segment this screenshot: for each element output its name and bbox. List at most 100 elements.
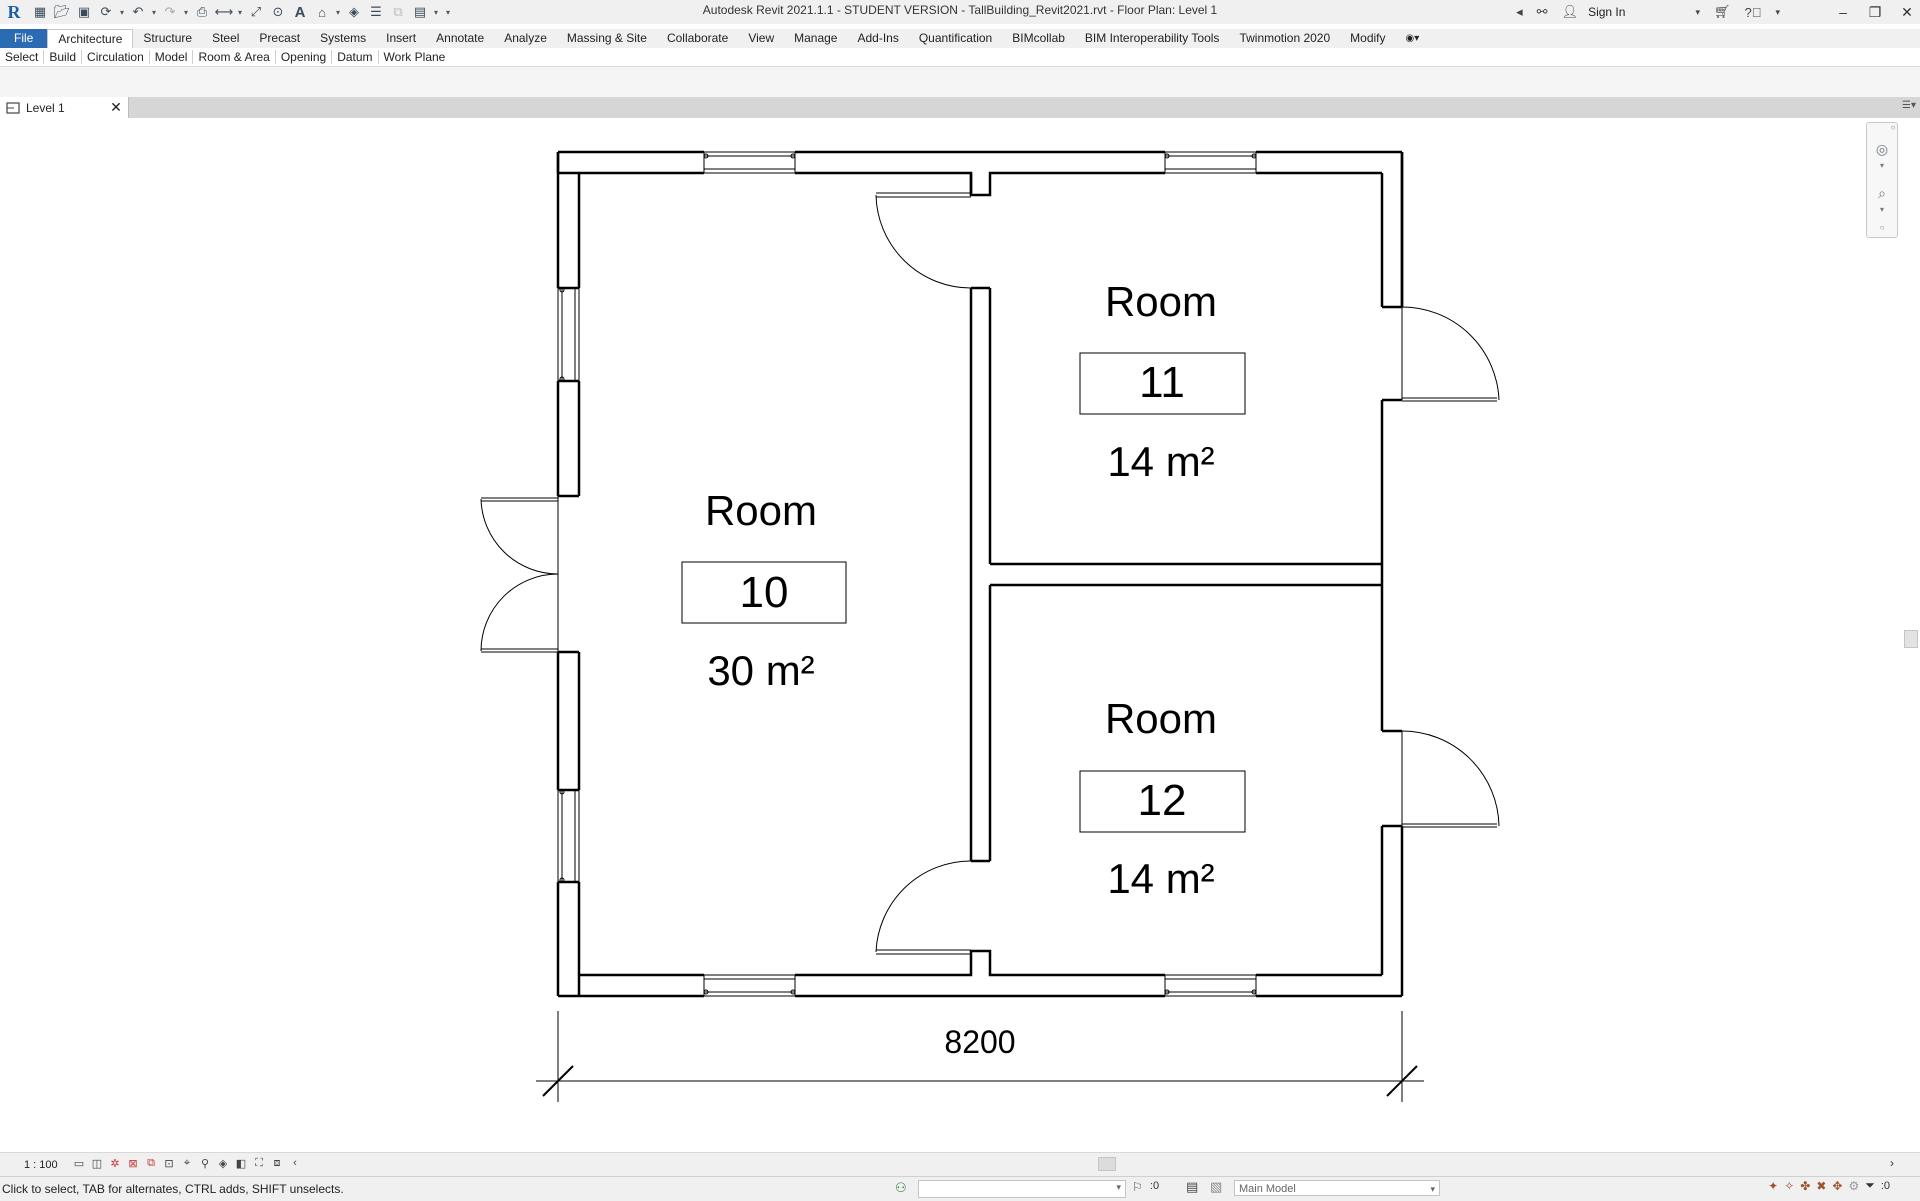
room-11-area[interactable]: 14 m²	[1107, 438, 1214, 485]
binoculars-icon[interactable]: ⚯	[1533, 4, 1552, 20]
drawing-canvas[interactable]: Room 10 30 m² Room 11 14 m² Room 12 14 m…	[0, 118, 1920, 1152]
close-hidden-icon[interactable]: ⧉	[388, 2, 408, 22]
tab-bim-interoperability-tools[interactable]: BIM Interoperability Tools	[1075, 29, 1230, 48]
analytical-model-icon[interactable]: ⧈	[268, 1157, 286, 1173]
collapse-left-icon[interactable]: ◂	[1512, 4, 1527, 20]
redo-dropdown-icon[interactable]: ▾	[182, 8, 190, 17]
zoom-icon[interactable]: ⌕	[1873, 185, 1891, 203]
sync-dropdown-icon[interactable]: ▾	[118, 8, 126, 17]
background-processes-icon[interactable]: ⚙	[1848, 1179, 1859, 1193]
room-12-name[interactable]: Room	[1105, 695, 1217, 742]
close-window-button[interactable]: ✕	[1894, 4, 1920, 21]
horizontal-scrollbar-thumb[interactable]	[1098, 1157, 1116, 1171]
tab-massing-site[interactable]: Massing & Site	[557, 29, 657, 48]
room-12-number[interactable]: 12	[1138, 776, 1187, 825]
tab-manage[interactable]: Manage	[784, 29, 847, 48]
detail-level-icon[interactable]: ▭	[70, 1157, 88, 1173]
steering-wheel-icon[interactable]: ◎	[1873, 141, 1891, 159]
tab-insert[interactable]: Insert	[376, 29, 426, 48]
tab-add-ins[interactable]: Add-Ins	[847, 29, 908, 48]
exclude-options-icon[interactable]: ▧	[1210, 1179, 1222, 1195]
worksets-icon[interactable]: ⚇	[895, 1180, 907, 1196]
scroll-right-icon[interactable]: ›	[1890, 1156, 1894, 1170]
panel-datum[interactable]: Datum	[332, 50, 379, 64]
steering-wheel-dropdown-icon[interactable]: ▾	[1873, 161, 1891, 179]
editing-requests-icon[interactable]: ⚐	[1132, 1180, 1143, 1194]
user-icon[interactable]: 👤︎	[1558, 4, 1583, 20]
help-icon[interactable]: ?⃝	[1740, 5, 1765, 20]
undo-icon[interactable]: ↶	[128, 2, 148, 22]
tag-icon[interactable]: ⊙	[268, 2, 288, 22]
save-icon[interactable]: ▣	[74, 2, 94, 22]
room-12-area[interactable]: 14 m²	[1107, 855, 1214, 902]
collapse-view-controls-icon[interactable]: ‹	[286, 1157, 304, 1173]
tab-analyze[interactable]: Analyze	[494, 29, 557, 48]
select-by-face-icon[interactable]: ✖	[1816, 1179, 1826, 1193]
panel-work-plane[interactable]: Work Plane	[379, 50, 451, 64]
panel-circulation[interactable]: Circulation	[82, 50, 150, 64]
panel-select[interactable]: Select	[0, 50, 45, 64]
panel-model[interactable]: Model	[150, 50, 194, 64]
navbar-options-icon[interactable]: ○	[1873, 223, 1891, 241]
aligned-dimension-icon[interactable]: ⤢	[246, 2, 266, 22]
worksharing-display-icon[interactable]: ⛶	[250, 1157, 268, 1173]
revit-logo-icon[interactable]: R	[4, 2, 24, 22]
panel-room-area[interactable]: Room & Area	[193, 50, 276, 64]
view-scale[interactable]: 1 : 100	[24, 1159, 70, 1171]
temporary-hide-icon[interactable]: ◈	[214, 1157, 232, 1173]
tab-modify[interactable]: Modify	[1340, 29, 1395, 48]
open-icon[interactable]: 📂︎	[52, 2, 72, 22]
view-tab-level-1[interactable]: Level 1 ✕	[0, 97, 129, 118]
vertical-scrollbar-thumb[interactable]	[1904, 630, 1918, 648]
design-option-dropdown[interactable]: Main Model ▾	[1234, 1180, 1440, 1196]
tab-systems[interactable]: Systems	[310, 29, 376, 48]
tab-twinmotion[interactable]: Twinmotion 2020	[1229, 29, 1340, 48]
redo-icon[interactable]: ↷	[160, 2, 180, 22]
tab-architecture[interactable]: Architecture	[47, 29, 134, 48]
shadows-icon[interactable]: ⊠	[124, 1157, 142, 1173]
tab-file[interactable]: File	[0, 29, 48, 48]
floor-plan-drawing[interactable]: Room 10 30 m² Room 11 14 m² Room 12 14 m…	[0, 118, 1920, 1152]
tab-steel[interactable]: Steel	[202, 29, 249, 48]
select-underlay-icon[interactable]: ✧	[1784, 1179, 1794, 1193]
measure-dropdown-icon[interactable]: ▾	[236, 8, 244, 17]
cart-icon[interactable]: 🛒︎	[1710, 4, 1735, 20]
unlocked-3d-icon[interactable]: ⚲	[196, 1157, 214, 1173]
restore-button[interactable]: ❐	[1862, 4, 1888, 21]
section-icon[interactable]: ◈	[344, 2, 364, 22]
drag-elements-icon[interactable]: ✥	[1832, 1179, 1842, 1193]
undo-dropdown-icon[interactable]: ▾	[150, 8, 158, 17]
tab-collaborate[interactable]: Collaborate	[657, 29, 738, 48]
room-11-number[interactable]: 11	[1139, 358, 1185, 407]
select-links-icon[interactable]: ✦	[1768, 1179, 1778, 1193]
tab-precast[interactable]: Precast	[249, 29, 310, 48]
room-11-name[interactable]: Room	[1105, 278, 1217, 325]
active-workset-dropdown[interactable]: ▾	[918, 1180, 1126, 1198]
sun-path-icon[interactable]: ✲	[106, 1157, 124, 1173]
dimension-value[interactable]: 8200	[944, 1024, 1015, 1060]
thin-lines-icon[interactable]: ☰	[366, 2, 386, 22]
tab-quantification[interactable]: Quantification	[909, 29, 1002, 48]
close-navbar-icon[interactable]: ○	[1889, 123, 1897, 141]
3d-view-icon[interactable]: ⌂	[312, 2, 332, 22]
tab-structure[interactable]: Structure	[133, 29, 202, 48]
room-10-area[interactable]: 30 m²	[707, 647, 814, 694]
print-icon[interactable]: ⎙	[192, 2, 212, 22]
close-view-icon[interactable]: ✕	[108, 99, 124, 116]
switch-windows-dropdown-icon[interactable]: ▾	[432, 8, 440, 17]
tab-bimcollab[interactable]: BIMcollab	[1002, 29, 1075, 48]
select-pinned-icon[interactable]: ✤	[1800, 1179, 1810, 1193]
home-icon[interactable]: ▦	[30, 2, 50, 22]
text-icon[interactable]: A	[290, 2, 310, 22]
rendering-icon[interactable]: ⧉	[142, 1157, 160, 1173]
customize-qat-icon[interactable]: ▾	[442, 8, 454, 17]
tab-annotate[interactable]: Annotate	[426, 29, 494, 48]
help-dropdown-icon[interactable]: ▾	[1771, 7, 1784, 18]
3d-view-dropdown-icon[interactable]: ▾	[334, 8, 342, 17]
view-tabs-menu-icon[interactable]: ☰▾	[1902, 100, 1916, 111]
sign-in-dropdown-icon[interactable]: ▾	[1691, 7, 1704, 18]
minimize-button[interactable]: –	[1830, 4, 1856, 20]
visual-style-icon[interactable]: ◫	[88, 1157, 106, 1173]
room-10-name[interactable]: Room	[705, 487, 817, 534]
panel-opening[interactable]: Opening	[276, 50, 333, 64]
